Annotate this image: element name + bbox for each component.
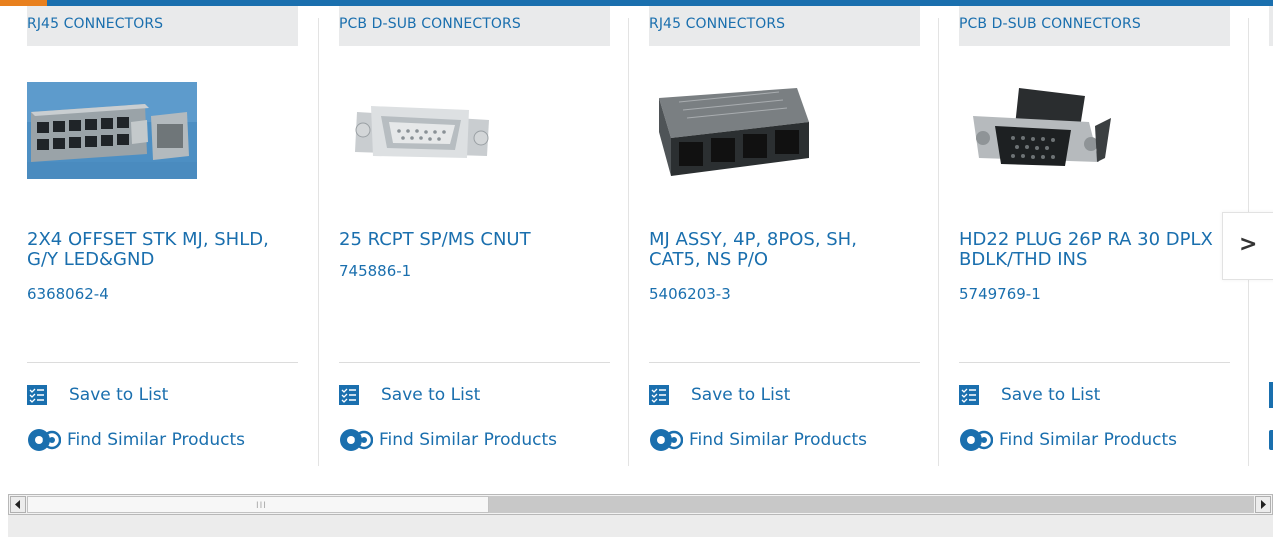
save-to-list-label: Save to List [69,385,169,405]
card-separator [628,18,629,466]
card-divider [649,362,920,363]
arrow-left-icon[interactable] [10,496,26,513]
category-label[interactable]: PCB D-SUB CONNECTORS [339,6,610,46]
product-card: PCB D-SUB CONNECTORS HD22 PLUG 26P RA 30… [940,6,1230,466]
scrollbar-grip: III [256,501,267,511]
checklist-icon [959,385,979,405]
carousel-next-button[interactable]: > [1222,212,1273,280]
scrollbar-thumb[interactable]: III [27,496,489,513]
card-separator [938,18,939,466]
card-divider [27,362,298,363]
save-to-list-button[interactable]: Save to List [649,382,790,408]
find-similar-products-button[interactable]: Find Similar Products [959,427,1177,453]
chevron-right-icon: > [1239,232,1258,257]
find-similar-products-button[interactable]: Find Similar Products [27,427,245,453]
product-carousel: RJ45 CONNECTORS 2X4 OFFSET STK MJ, SHLD,… [8,6,1273,466]
product-image[interactable] [27,82,197,179]
save-to-list-button[interactable]: Save to List [27,382,168,408]
window-bottom-area [8,515,1273,537]
category-label[interactable]: RJ45 CONNECTORS [649,6,920,46]
product-title-link[interactable]: 2X4 OFFSET STK MJ, SHLD, G/Y LED&GND [27,230,292,270]
find-similar-products-label: Find Similar Products [379,430,557,450]
find-similar-products-button[interactable]: Find Similar Products [339,427,557,453]
gears-icon [27,427,62,453]
checklist-icon[interactable] [1269,382,1273,408]
save-to-list-label: Save to List [691,385,791,405]
horizontal-scrollbar[interactable]: III [8,494,1273,515]
product-title-link[interactable]: 25 RCPT SP/MS CNUT [339,230,604,250]
gears-icon [649,427,684,453]
find-similar-products-label: Find Similar Products [689,430,867,450]
part-number-link[interactable]: 6368062-4 [27,285,109,303]
save-to-list-button[interactable]: Save to List [339,382,480,408]
category-label[interactable]: PCB D-SUB CONNECTORS [959,6,1230,46]
gears-icon [959,427,994,453]
checklist-icon [339,385,359,405]
card-divider [959,362,1230,363]
arrow-right-icon[interactable] [1255,496,1271,513]
product-card: PCB D-SUB CONNECTORS 25 RCPT SP/MS CNUT … [320,6,610,466]
product-title-link[interactable]: MJ ASSY, 4P, 8POS, SH, CAT5, NS P/O [649,230,914,270]
checklist-icon [649,385,669,405]
find-similar-products-label: Find Similar Products [999,430,1177,450]
product-image[interactable] [339,82,509,179]
product-card: RJ45 CONNECTORS MJ ASSY, 4P, 8POS, SH, C… [630,6,920,466]
find-similar-products-button[interactable]: Find Similar Products [649,427,867,453]
card-separator [318,18,319,466]
product-image[interactable] [649,82,819,179]
checklist-icon [27,385,47,405]
save-to-list-button[interactable]: Save to List [959,382,1100,408]
find-similar-products-label: Find Similar Products [67,430,245,450]
gears-icon[interactable] [1269,430,1273,450]
part-number-link[interactable]: 5406203-3 [649,285,731,303]
product-image[interactable] [959,82,1129,179]
scrollbar-track[interactable] [489,496,1254,513]
card-divider [339,362,610,363]
save-to-list-label: Save to List [1001,385,1101,405]
product-title-link[interactable]: HD22 PLUG 26P RA 30 DPLX BDLK/THD INS [959,230,1224,270]
category-label-partial [1269,6,1273,46]
part-number-link[interactable]: 745886-1 [339,262,411,280]
category-label[interactable]: RJ45 CONNECTORS [27,6,298,46]
gears-icon [339,427,374,453]
save-to-list-label: Save to List [381,385,481,405]
product-card: RJ45 CONNECTORS 2X4 OFFSET STK MJ, SHLD,… [8,6,298,466]
part-number-link[interactable]: 5749769-1 [959,285,1041,303]
